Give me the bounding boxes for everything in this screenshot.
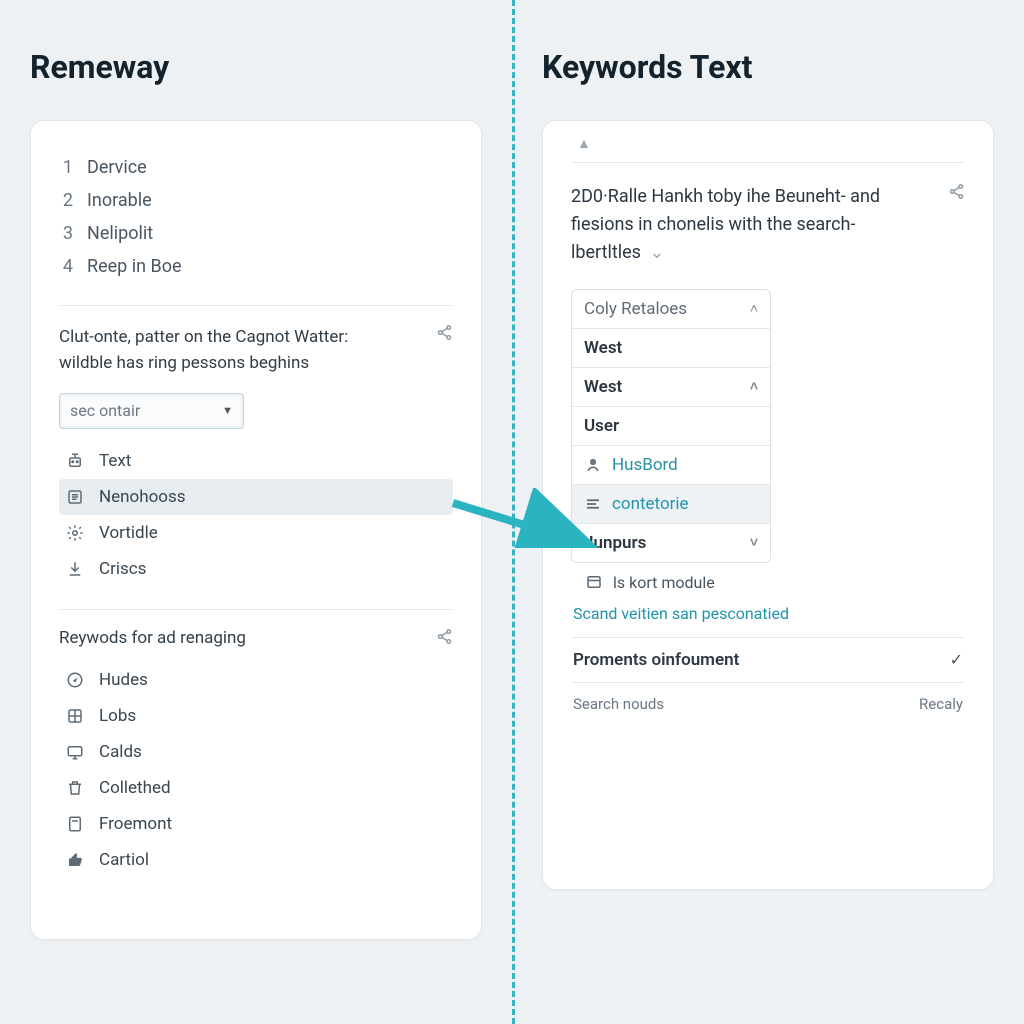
list-label: Reep in Boe — [87, 256, 182, 277]
robot-icon — [65, 452, 85, 470]
separator — [59, 609, 453, 610]
compass-icon — [65, 671, 85, 689]
footer-row-search[interactable]: Search nouds Recaly — [571, 682, 965, 725]
person-icon — [584, 456, 602, 474]
monitor-icon — [65, 743, 85, 761]
option-list: Text Nenohooss Vortidle Criscs — [59, 443, 453, 587]
panel-row-label: Junpurs — [584, 533, 646, 553]
select-placeholder: sec ontair — [70, 401, 140, 420]
chevron-up-icon: ˄ — [750, 300, 758, 317]
caret-down-icon: ▼ — [222, 404, 233, 417]
footer-label: Proments oinfoument — [573, 650, 739, 670]
option-criscs[interactable]: Criscs — [59, 551, 453, 587]
panel-header-label: Coly Retaloes — [584, 299, 687, 319]
panel-item-husbord[interactable]: HusBord — [572, 445, 770, 484]
panel-header[interactable]: Coly Retaloes ˄ — [572, 290, 770, 328]
select-dropdown[interactable]: sec ontair ▼ — [59, 393, 244, 429]
keyword-cartiol[interactable]: Cartiol — [59, 842, 453, 878]
list-icon — [65, 488, 85, 506]
list-number: 1 — [59, 157, 73, 178]
panel-item-label: HusBord — [612, 455, 678, 475]
list-item[interactable]: 3 Nelipolit — [59, 217, 453, 250]
list-number: 3 — [59, 223, 73, 244]
collapse-icon[interactable]: ▲ — [571, 131, 965, 163]
share-icon[interactable] — [948, 183, 965, 200]
option-nenohooss[interactable]: Nenohooss — [59, 479, 453, 515]
option-text[interactable]: Text — [59, 443, 453, 479]
numbered-list: 1 Dervice 2 Inorable 3 Nelipolit 4 Reep … — [59, 151, 453, 283]
list-label: Nelipolit — [87, 223, 153, 244]
keyword-label: Calds — [99, 742, 142, 762]
keyword-froemont[interactable]: Froemont — [59, 806, 453, 842]
dropdown-panel: Coly Retaloes ˄ West West ˄ User HusBord — [571, 289, 771, 563]
panel-row-junpurs[interactable]: Junpurs ˅ — [572, 523, 770, 562]
thumb-icon — [65, 851, 85, 869]
option-label: Nenohooss — [99, 487, 186, 507]
list-number: 2 — [59, 190, 73, 211]
list-item[interactable]: 1 Dervice — [59, 151, 453, 184]
check-icon: ✓ — [950, 650, 963, 669]
list-item[interactable]: 2 Inorable — [59, 184, 453, 217]
keyword-label: Hudes — [99, 670, 148, 690]
keyword-collethed[interactable]: Collethed — [59, 770, 453, 806]
keyword-hudes[interactable]: Hudes — [59, 662, 453, 698]
footer-right-text: Recaly — [919, 695, 963, 713]
panel-row-label: User — [584, 416, 619, 436]
panel-row-west-2[interactable]: West ˄ — [572, 367, 770, 406]
option-label: Vortidle — [99, 523, 158, 543]
page-title-right: Keywords Text — [542, 48, 994, 86]
trash-icon — [65, 779, 85, 797]
panel-row-west[interactable]: West — [572, 328, 770, 367]
share-icon[interactable] — [436, 628, 453, 645]
link-scand[interactable]: Scand veitien san pesconatied — [571, 596, 965, 637]
keyword-label: Cartiol — [99, 850, 149, 870]
keyword-calds[interactable]: Calds — [59, 734, 453, 770]
calc-icon — [65, 815, 85, 833]
download-icon — [65, 560, 85, 578]
panel-row-label: West — [584, 377, 622, 397]
right-card: ▲ 2D0·Ralle Hankh toby ihe Beuneht- and … — [542, 120, 994, 890]
option-label: Criscs — [99, 559, 146, 579]
left-card: 1 Dervice 2 Inorable 3 Nelipolit 4 Reep … — [30, 120, 482, 940]
list-label: Inorable — [87, 190, 152, 211]
option-label: Text — [99, 451, 131, 471]
chevron-down-icon: ˅ — [750, 534, 758, 551]
page-title-left: Remeway — [30, 48, 482, 86]
separator — [59, 305, 453, 306]
list-number: 4 — [59, 256, 73, 277]
list-label: Dervice — [87, 157, 147, 178]
module-label: ls kort module — [613, 573, 715, 592]
block-description: Clut-onte, patter on the Cagnot Watter: … — [59, 324, 389, 377]
module-icon — [585, 573, 603, 591]
panel-row-user[interactable]: User — [572, 406, 770, 445]
share-icon[interactable] — [436, 324, 453, 341]
list-item[interactable]: 4 Reep in Boe — [59, 250, 453, 283]
panel-item-contetorie[interactable]: contetorie — [572, 484, 770, 523]
lines-icon — [584, 495, 602, 513]
gear-icon — [65, 524, 85, 542]
option-vortidle[interactable]: Vortidle — [59, 515, 453, 551]
keyword-label: Collethed — [99, 778, 171, 798]
keyword-list: Hudes Lobs Calds Collethed Froemont Cart… — [59, 662, 453, 878]
panel-item-label: contetorie — [612, 494, 689, 514]
chevron-up-icon: ˄ — [750, 378, 758, 395]
keyword-label: Froemont — [99, 814, 172, 834]
keyword-label: Lobs — [99, 706, 136, 726]
keyword-lobs[interactable]: Lobs — [59, 698, 453, 734]
chevron-down-icon[interactable]: ⌄ — [645, 242, 665, 263]
grid-icon — [65, 707, 85, 725]
module-row[interactable]: ls kort module — [571, 563, 965, 596]
summary-text: 2D0·Ralle Hankh toby ihe Beuneht- and fi… — [571, 183, 901, 267]
section-title: Reywods for ad renaging — [59, 628, 246, 648]
panel-row-label: West — [584, 338, 622, 358]
footer-label: Search nouds — [573, 695, 664, 713]
footer-row-proments[interactable]: Proments oinfoument ✓ — [571, 637, 965, 682]
